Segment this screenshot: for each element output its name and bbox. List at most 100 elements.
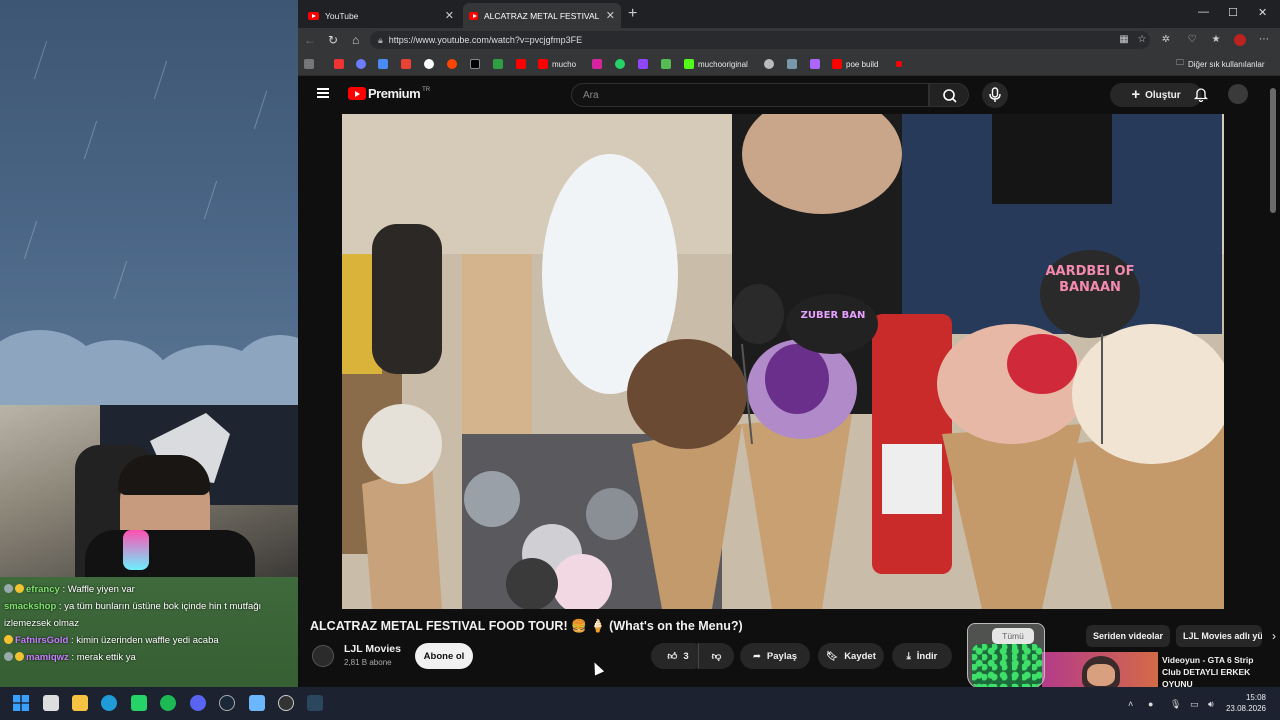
favorites-icon[interactable]: ★ (1210, 34, 1222, 46)
chat-username: efrancy (26, 584, 60, 595)
notifications-bell-icon[interactable] (1193, 86, 1209, 105)
download-label: İndir (916, 650, 938, 662)
chevron-right-icon[interactable]: › (1268, 625, 1276, 647)
google-icon[interactable] (424, 58, 434, 70)
steam-icon[interactable] (219, 695, 235, 711)
tray-app-icon[interactable]: ● (1148, 699, 1153, 709)
dislike-button[interactable]: 👎︎ (698, 643, 734, 669)
create-button[interactable]: + Oluştur (1110, 83, 1202, 107)
extensions-icon[interactable]: ✲ (1160, 34, 1172, 46)
discord-icon[interactable] (190, 695, 206, 711)
download-button[interactable]: ⤓ İndir (892, 643, 952, 669)
thumbs-down-icon: 👎︎ (711, 651, 722, 662)
bookmark-icon-15[interactable] (661, 58, 671, 70)
like-button[interactable]: 👍︎ 3 (651, 643, 705, 669)
channel-name[interactable]: LJL Movies (344, 643, 401, 655)
chat-username: mamiqwz (26, 652, 69, 663)
task-view-icon[interactable] (43, 695, 59, 711)
x-icon[interactable] (470, 58, 480, 70)
bookmark-mucho[interactable]: mucho (538, 58, 576, 70)
share-button[interactable]: ➦ Paylaş (740, 643, 810, 669)
refresh-icon[interactable]: ↻ (328, 33, 338, 47)
logo-text: Premium (368, 86, 421, 101)
youtube-icon (832, 59, 842, 69)
voice-search-button[interactable] (982, 82, 1008, 108)
tab-youtube[interactable]: YouTube ✕ (302, 3, 460, 28)
other-bookmarks-label: Diğer sık kullanılanlar (1188, 59, 1265, 69)
tray-mic-icon[interactable]: 🎙︎ (1170, 699, 1181, 710)
chat-message: efrancy : Waffle yiyen var (4, 581, 294, 598)
tab-video[interactable]: ALCATRAZ METAL FESTIVAL FOOD ✕ (463, 3, 621, 28)
bookmark-icon-1[interactable] (304, 58, 314, 70)
save-button[interactable]: 🔖︎ Kaydet (818, 643, 884, 669)
bookmark-icon-19[interactable] (810, 58, 820, 70)
bookmark-icon-9[interactable] (493, 58, 503, 70)
subscribe-button[interactable]: Abone ol (415, 643, 473, 669)
network-icon[interactable]: ▭ (1190, 699, 1199, 710)
edge-browser-icon[interactable] (101, 695, 117, 711)
page-scrollbar[interactable] (1270, 88, 1276, 213)
vpn-app-icon[interactable] (249, 695, 265, 711)
browser-essentials-icon[interactable]: ♡ (1186, 34, 1198, 46)
search-button[interactable] (929, 83, 969, 107)
menu-icon[interactable] (317, 88, 329, 98)
url-text: https://www.youtube.com/watch?v=pvcjgfmp… (388, 35, 583, 45)
bookmark-label: poe build (846, 59, 879, 69)
volume-icon[interactable]: 🔊︎ (1208, 699, 1214, 710)
home-icon[interactable]: ⌂ (352, 33, 359, 47)
reddit-icon[interactable] (447, 58, 457, 70)
spotify-icon[interactable] (160, 695, 176, 711)
bookmark-icon: 🔖︎ (826, 650, 839, 662)
bookmark-icon-21[interactable] (896, 58, 902, 70)
bookmark-icon-3[interactable] (356, 58, 366, 70)
bookmark-icon-4[interactable] (378, 58, 388, 70)
bookmark-icon-18[interactable] (787, 58, 797, 70)
minimize-button[interactable]: — (1198, 6, 1209, 18)
chat-text: kimin üzerinden waffle yedi acaba (76, 635, 219, 646)
youtube-premium-logo[interactable]: Premium TR (348, 86, 430, 101)
close-window-button[interactable]: ✕ (1258, 6, 1267, 19)
twitch-icon[interactable] (638, 58, 648, 70)
whatsapp-icon[interactable] (615, 58, 625, 70)
save-label: Kaydet (844, 650, 876, 662)
chip-series-videos[interactable]: Seriden videolar (1086, 625, 1171, 647)
like-count: 3 (683, 650, 689, 662)
url-field[interactable]: 🔒︎ https://www.youtube.com/watch?v=pvcjg… (370, 31, 1150, 49)
file-explorer-icon[interactable] (72, 695, 88, 711)
favorite-star-icon[interactable]: ☆ (1136, 34, 1148, 46)
obs-icon[interactable] (278, 695, 294, 711)
split-view-icon[interactable]: ▦ (1118, 34, 1130, 46)
channel-avatar[interactable] (312, 645, 334, 667)
youtube-icon (538, 59, 548, 69)
video-title: ALCATRAZ METAL FESTIVAL FOOD TOUR! 🍔 🍦 (… (310, 619, 743, 633)
bookmark-poe-build[interactable]: poe build (832, 58, 878, 70)
tray-chevron-icon[interactable]: ˄ (1128, 699, 1133, 709)
new-tab-button[interactable]: + (628, 5, 637, 23)
steam-client-icon[interactable] (307, 695, 323, 711)
whatsapp-icon[interactable] (131, 695, 147, 711)
taskbar-clock[interactable]: 15:08 23.08.2026 (1226, 692, 1266, 714)
stream-chat-overlay: efrancy : Waffle yiyen var smackshop : y… (0, 577, 298, 687)
instagram-icon[interactable] (592, 58, 602, 70)
close-icon[interactable]: ✕ (445, 9, 454, 22)
youtube-icon[interactable] (516, 58, 526, 70)
recommended-video-title[interactable]: Videoyun - GTA 6 Strip Club DETAYLI ERKE… (1162, 654, 1272, 687)
profile-avatar-icon[interactable] (1234, 34, 1246, 46)
chat-username: smackshop (4, 601, 57, 612)
bookmark-icon-2[interactable] (334, 58, 344, 70)
back-icon[interactable]: ← (304, 33, 316, 47)
bookmark-icon-17[interactable] (764, 58, 774, 70)
chip-all[interactable]: Tümü (992, 628, 1034, 644)
recommended-video-thumbnail[interactable] (1042, 652, 1158, 687)
account-avatar[interactable] (1228, 84, 1248, 104)
start-windows-icon[interactable] (13, 695, 29, 711)
maximize-button[interactable]: ☐ (1228, 6, 1238, 19)
gmail-icon[interactable] (401, 58, 411, 70)
more-menu-icon[interactable]: ⋯ (1258, 34, 1270, 46)
video-player[interactable]: AARDBEI OF BANAAN ZUBER BAN LAC (342, 114, 1224, 609)
search-input[interactable]: Ara (571, 83, 929, 107)
bookmark-muchooriginal[interactable]: muchooriginal (684, 58, 748, 70)
close-icon[interactable]: ✕ (606, 9, 615, 22)
other-bookmarks[interactable]: 🗀 Diğer sık kullanılanlar (1176, 58, 1264, 70)
chip-channel-uploads[interactable]: LJL Movies adlı yük (1176, 625, 1263, 647)
